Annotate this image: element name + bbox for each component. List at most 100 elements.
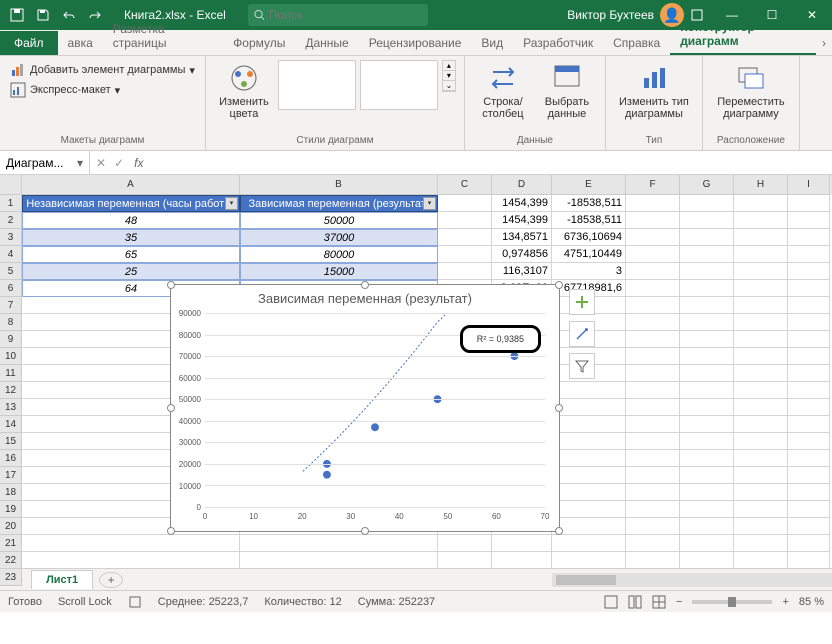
- cell[interactable]: [788, 450, 830, 467]
- cell[interactable]: [626, 450, 680, 467]
- cell[interactable]: [680, 280, 734, 297]
- search-box[interactable]: [248, 4, 428, 26]
- cell[interactable]: [626, 280, 680, 297]
- table-header-a[interactable]: Независимая переменная (часы работы)▾: [22, 195, 240, 212]
- cell[interactable]: [680, 535, 734, 552]
- cell[interactable]: 3: [552, 263, 626, 280]
- cell[interactable]: [788, 433, 830, 450]
- row-header[interactable]: 2: [0, 212, 22, 229]
- row-header[interactable]: 9: [0, 331, 22, 348]
- cell[interactable]: [734, 280, 788, 297]
- cell[interactable]: [788, 314, 830, 331]
- cell[interactable]: [626, 416, 680, 433]
- cell[interactable]: [734, 433, 788, 450]
- cell[interactable]: [788, 263, 830, 280]
- cell[interactable]: [734, 399, 788, 416]
- cell[interactable]: [552, 484, 626, 501]
- select-data-button[interactable]: Выбрать данные: [537, 60, 597, 122]
- cell[interactable]: [438, 552, 492, 568]
- cell[interactable]: [626, 229, 680, 246]
- chart-style-2[interactable]: [360, 60, 438, 110]
- row-header[interactable]: 6: [0, 280, 22, 297]
- chart-object[interactable]: Зависимая переменная (результат) 0100002…: [170, 284, 560, 532]
- row-header[interactable]: 18: [0, 484, 22, 501]
- row-header[interactable]: 22: [0, 552, 22, 569]
- cell[interactable]: [626, 331, 680, 348]
- cell[interactable]: -18538,511: [552, 195, 626, 212]
- cell[interactable]: 37000: [240, 229, 438, 246]
- cell[interactable]: [734, 416, 788, 433]
- cell[interactable]: 80000: [240, 246, 438, 263]
- cell[interactable]: [788, 501, 830, 518]
- column-header[interactable]: I: [788, 175, 830, 195]
- cell[interactable]: [626, 433, 680, 450]
- cell[interactable]: [680, 382, 734, 399]
- cell[interactable]: [680, 246, 734, 263]
- chart-title[interactable]: Зависимая переменная (результат): [171, 285, 559, 312]
- cell[interactable]: [788, 416, 830, 433]
- cell[interactable]: [438, 195, 492, 212]
- cell[interactable]: [788, 467, 830, 484]
- cell[interactable]: [552, 433, 626, 450]
- filter-icon[interactable]: ▾: [423, 197, 436, 210]
- cell[interactable]: 6736,10694: [552, 229, 626, 246]
- cell[interactable]: [680, 297, 734, 314]
- add-chart-element-button[interactable]: Добавить элемент диаграммы ▾: [8, 60, 197, 80]
- row-header[interactable]: 12: [0, 382, 22, 399]
- cell[interactable]: [734, 535, 788, 552]
- cell[interactable]: [680, 484, 734, 501]
- column-header[interactable]: A: [22, 175, 240, 195]
- cell[interactable]: [680, 229, 734, 246]
- cell[interactable]: [626, 382, 680, 399]
- tab-file[interactable]: Файл: [0, 31, 58, 55]
- cell[interactable]: [626, 263, 680, 280]
- view-normal-icon[interactable]: [604, 595, 618, 609]
- chart-filters-button[interactable]: [569, 353, 595, 379]
- zoom-slider[interactable]: [692, 600, 772, 604]
- row-header[interactable]: 1: [0, 195, 22, 212]
- horizontal-scrollbar[interactable]: [552, 573, 832, 587]
- cell[interactable]: [626, 212, 680, 229]
- cell[interactable]: [22, 552, 240, 568]
- select-all-corner[interactable]: [0, 175, 22, 195]
- cell[interactable]: [492, 552, 552, 568]
- undo-icon[interactable]: [58, 4, 80, 26]
- tab-developer[interactable]: Разработчик: [513, 31, 603, 55]
- cell[interactable]: [680, 331, 734, 348]
- cell[interactable]: [788, 229, 830, 246]
- cell[interactable]: [552, 399, 626, 416]
- switch-row-col-button[interactable]: Строка/столбец: [473, 60, 533, 122]
- column-header[interactable]: F: [626, 175, 680, 195]
- cell[interactable]: [240, 535, 438, 552]
- cell[interactable]: 4751,10449: [552, 246, 626, 263]
- cell[interactable]: 0,974856: [492, 246, 552, 263]
- cell[interactable]: [626, 314, 680, 331]
- cell[interactable]: [734, 467, 788, 484]
- row-header[interactable]: 23: [0, 569, 22, 586]
- cell[interactable]: [734, 382, 788, 399]
- add-sheet-button[interactable]: +: [99, 572, 123, 588]
- cell[interactable]: [626, 484, 680, 501]
- cell[interactable]: 116,3107: [492, 263, 552, 280]
- cell[interactable]: [680, 348, 734, 365]
- cell[interactable]: [552, 535, 626, 552]
- accept-formula-icon[interactable]: ✓: [114, 156, 124, 170]
- row-header[interactable]: 15: [0, 433, 22, 450]
- cell[interactable]: [492, 535, 552, 552]
- cell[interactable]: [552, 450, 626, 467]
- cell[interactable]: [788, 365, 830, 382]
- cell[interactable]: [788, 195, 830, 212]
- row-header[interactable]: 8: [0, 314, 22, 331]
- cell[interactable]: [734, 331, 788, 348]
- cell[interactable]: [438, 212, 492, 229]
- cell[interactable]: [788, 518, 830, 535]
- fx-label[interactable]: fx: [130, 156, 147, 170]
- cell[interactable]: [788, 246, 830, 263]
- tab-page-layout[interactable]: Разметка страницы: [103, 17, 223, 55]
- cell[interactable]: [626, 518, 680, 535]
- tab-insert[interactable]: авка: [58, 31, 103, 55]
- row-header[interactable]: 13: [0, 399, 22, 416]
- cell[interactable]: [626, 297, 680, 314]
- tab-chart-design[interactable]: Конструктор диаграмм: [670, 15, 816, 55]
- cell[interactable]: [680, 450, 734, 467]
